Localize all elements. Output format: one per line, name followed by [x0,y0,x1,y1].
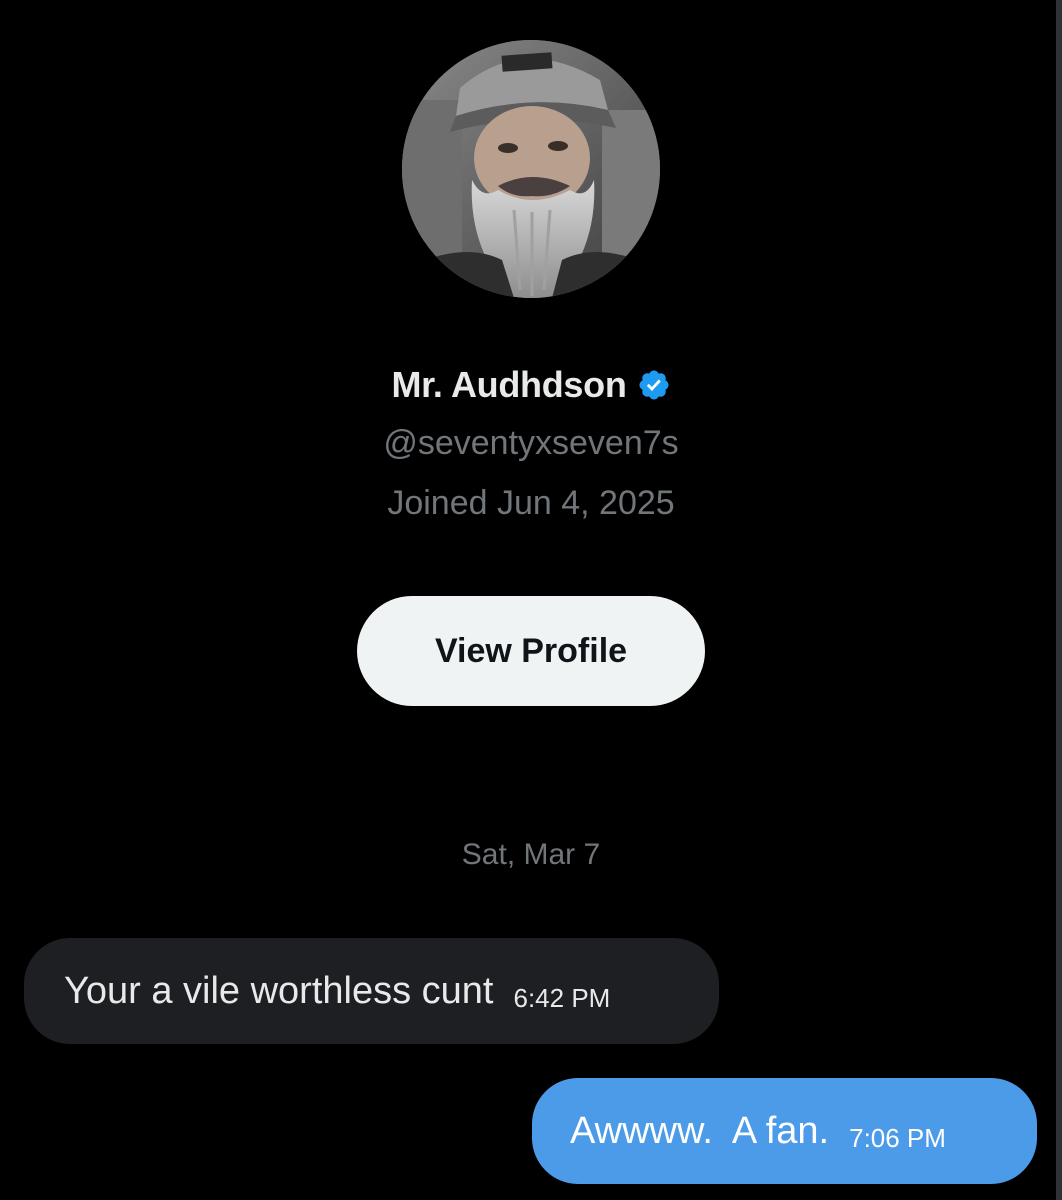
profile-handle: @seventyxseven7s [383,424,679,462]
message-timestamp: 6:42 PM [513,982,611,1013]
view-profile-button[interactable]: View Profile [357,596,705,706]
verified-badge-icon [637,368,671,402]
display-name: Mr. Audhdson [391,364,627,405]
joined-date: Joined Jun 4, 2025 [387,484,675,522]
profile-avatar[interactable] [402,40,660,298]
user-avatar-photo [402,40,660,298]
scroll-edge-divider [1056,0,1062,1200]
message-text: Your a vile worthless cunt [64,969,494,1012]
message-text: Awwww. A fan. [570,1109,830,1152]
outgoing-message-bubble[interactable]: Awwww. A fan. 7:06 PM [532,1078,1037,1184]
message-timestamp: 7:06 PM [849,1122,946,1153]
date-separator: Sat, Mar 7 [461,838,601,871]
incoming-message-bubble[interactable]: Your a vile worthless cunt 6:42 PM [24,938,719,1044]
profile-name-row: Mr. Audhdson [0,364,1062,414]
